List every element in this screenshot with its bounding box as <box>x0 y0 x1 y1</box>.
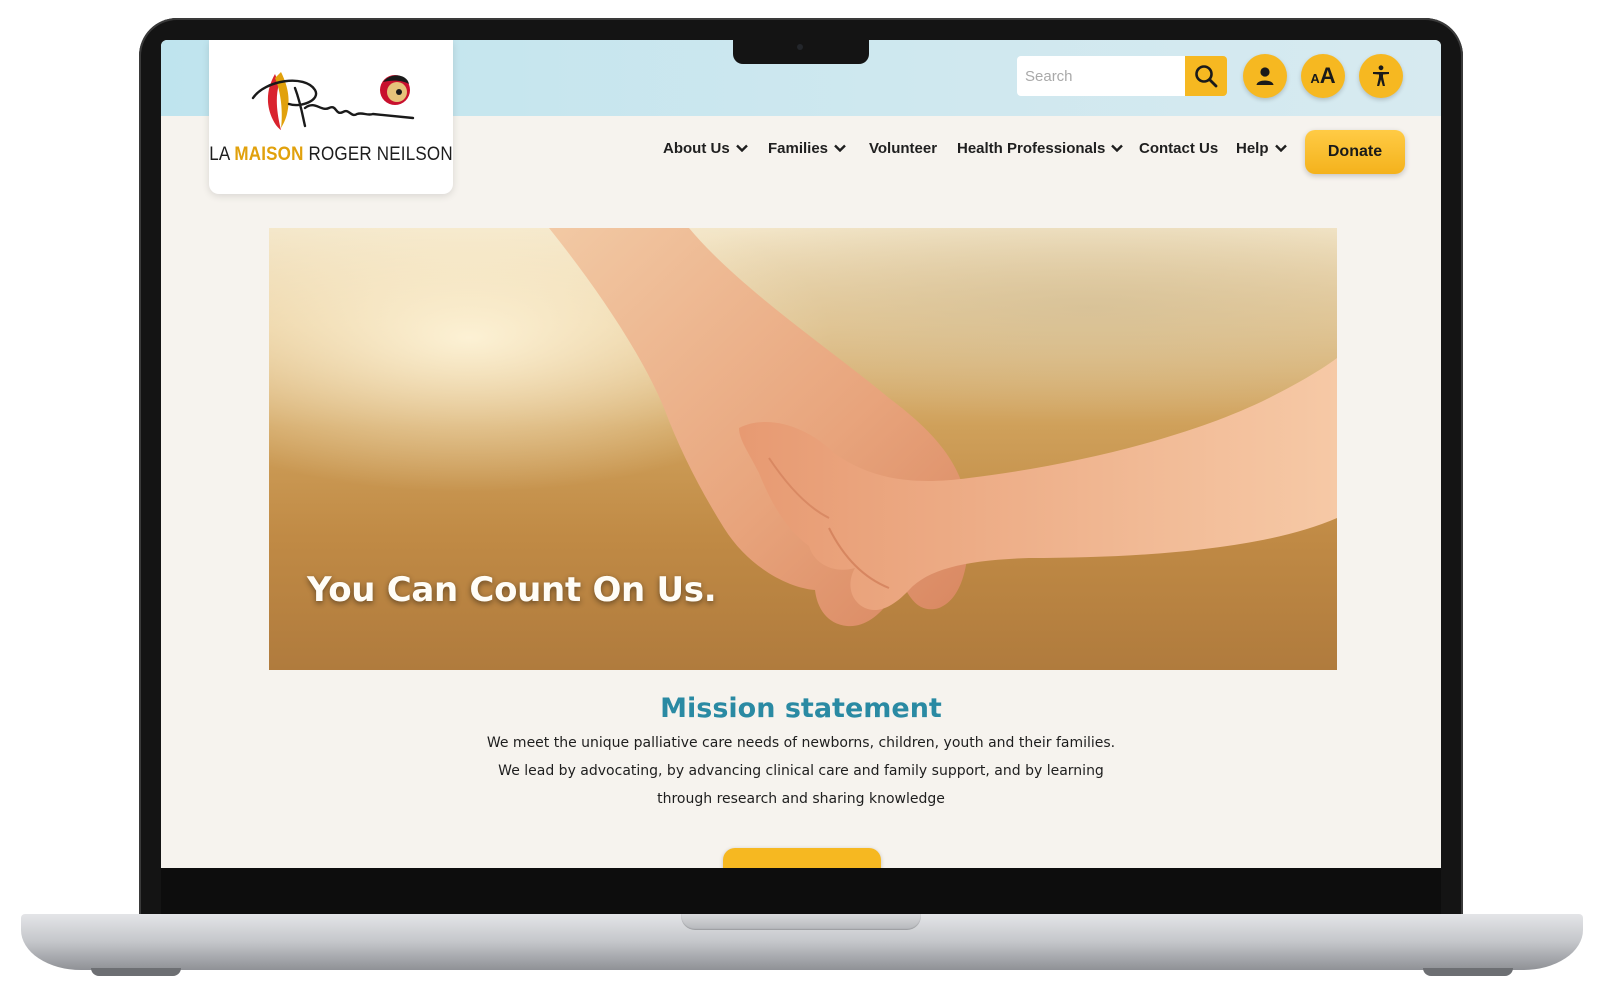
chevron-down-icon <box>1274 144 1287 152</box>
nav-item-about-us[interactable]: About Us <box>663 136 748 160</box>
logo-text-accent: MAISON <box>234 142 304 165</box>
accessibility-icon <box>1373 65 1389 86</box>
nav-item-health-professionals[interactable]: Health Professionals <box>957 136 1124 160</box>
account-button[interactable] <box>1243 54 1287 98</box>
accessibility-button[interactable] <box>1359 54 1403 98</box>
camera-notch <box>733 40 869 64</box>
nav-item-label: About Us <box>663 139 730 157</box>
text-size-small-glyph: A <box>1310 71 1320 86</box>
hero-heading: You Can Count On Us. <box>307 570 717 610</box>
nav-item-help[interactable]: Help <box>1236 136 1287 160</box>
nav-item-label: Health Professionals <box>957 139 1106 157</box>
search-button[interactable] <box>1185 56 1227 96</box>
logo-text-suffix: ROGER NEILSON <box>303 142 453 165</box>
laptop-foot <box>91 968 181 976</box>
nav-item-label: Families <box>768 139 829 157</box>
logo-text-prefix: LA <box>209 142 235 165</box>
mission-title: Mission statement <box>660 693 942 724</box>
laptop-base <box>21 914 1583 976</box>
chevron-down-icon <box>735 144 748 152</box>
chevron-down-icon <box>834 144 846 152</box>
nav-item-label: Contact Us <box>1139 139 1219 157</box>
camera-icon <box>797 44 803 50</box>
nav-item-families[interactable]: Families <box>768 136 846 160</box>
mission-text-line: We meet the unique palliative care needs… <box>486 735 1116 751</box>
mission-text-line: through research and sharing knowledge <box>657 791 945 807</box>
mission-text-line: We lead by advocating, by advancing clin… <box>498 763 1104 779</box>
nav-item-label: Help <box>1236 139 1269 157</box>
chevron-down-icon <box>1111 144 1124 152</box>
logo-wordmark: LA MAISON ROGER NEILSON <box>209 143 453 166</box>
nav-item-volunteer[interactable]: Volunteer <box>869 136 937 160</box>
hero-banner: You Can Count On Us. <box>269 228 1337 670</box>
mission-cta-button[interactable] <box>723 848 881 868</box>
nav-item-contact-us[interactable]: Contact Us <box>1139 136 1218 160</box>
search-icon <box>1195 65 1218 88</box>
user-icon <box>1256 67 1274 85</box>
text-size-button[interactable]: AA <box>1301 54 1345 98</box>
logo[interactable]: LA MAISON ROGER NEILSON <box>209 40 453 194</box>
laptop-screen-chin <box>161 868 1441 914</box>
text-size-icon: AA <box>1310 63 1335 89</box>
laptop-foot <box>1423 968 1513 976</box>
donate-button[interactable]: Donate <box>1305 130 1405 174</box>
text-size-big-glyph: A <box>1319 63 1336 88</box>
nav-item-label: Volunteer <box>869 139 938 157</box>
search-input[interactable] <box>1017 56 1185 96</box>
logo-signature-icon <box>251 72 415 130</box>
laptop-screen: LA MAISON ROGER NEILSON AA About Us <box>161 40 1441 868</box>
laptop-thumb-notch <box>681 914 921 930</box>
